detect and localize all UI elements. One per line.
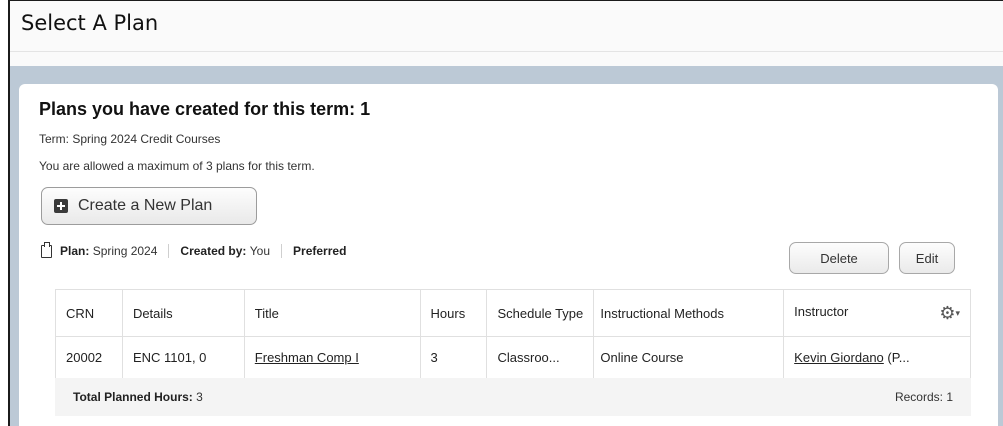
page-title: Select A Plan (21, 11, 159, 35)
plan-name: Spring 2024 (92, 244, 158, 258)
created-by-label: Created by: (180, 244, 247, 258)
plan-label: Plan: (60, 244, 90, 258)
plans-panel: Plans you have created for this term: 1 … (19, 84, 998, 426)
plans-heading: Plans you have created for this term: 1 (39, 99, 371, 119)
total-planned-hours-value: 3 (196, 390, 203, 404)
column-header-crn[interactable]: CRN (55, 289, 123, 337)
max-plans-line: You are allowed a maximum of 3 plans for… (39, 159, 315, 173)
plus-icon (54, 199, 68, 213)
course-title-link[interactable]: Freshman Comp I (255, 350, 359, 365)
cell-instructional-methods: Online Course (593, 336, 785, 379)
app-frame: Select A Plan Plans you have created for… (8, 0, 1003, 426)
gear-icon[interactable]: ⚙▾ (939, 304, 960, 322)
cell-schedule-type: Classroo... (486, 336, 595, 379)
cell-instructor: Kevin Giordano (P... (783, 336, 971, 379)
content-background: Plans you have created for this term: 1 … (10, 66, 1003, 426)
table-footer: Total Planned Hours: 3 Records: 1 (55, 378, 971, 416)
column-header-title[interactable]: Title (243, 289, 421, 337)
cell-crn: 20002 (55, 336, 123, 379)
plan-table: CRN Details Title Hours Schedule Type In… (55, 289, 971, 379)
column-header-details[interactable]: Details (121, 289, 245, 337)
cell-hours: 3 (419, 336, 488, 379)
column-header-hours[interactable]: Hours (419, 289, 488, 337)
records-value: 1 (946, 390, 953, 404)
table-header-row: CRN Details Title Hours Schedule Type In… (55, 289, 971, 337)
column-header-instructor-cell: Instructor ⚙▾ (783, 289, 971, 337)
edit-button[interactable]: Edit (899, 242, 955, 274)
divider (168, 244, 170, 258)
chevron-down-icon: ▾ (955, 308, 960, 318)
records-count: Records: 1 (895, 390, 953, 404)
cell-details: ENC 1101, 0 (121, 336, 245, 379)
table-row: 20002 ENC 1101, 0 Freshman Comp I 3 Clas… (55, 336, 971, 379)
plan-info: Plan: Spring 2024 Created by: You Prefer… (41, 241, 347, 258)
total-planned-hours-label: Total Planned Hours: (73, 390, 193, 404)
divider (281, 244, 283, 258)
records-label: Records: (894, 390, 943, 404)
preferred-badge: Preferred (293, 244, 347, 258)
term-line: Term: Spring 2024 Credit Courses (39, 132, 221, 146)
column-header-schedule-type[interactable]: Schedule Type (486, 289, 595, 337)
created-by-value: You (249, 244, 271, 258)
create-new-plan-label: Create a New Plan (78, 197, 213, 214)
page-header: Select A Plan (10, 1, 1003, 52)
column-header-instructor[interactable]: Instructor (794, 304, 848, 319)
total-planned-hours: Total Planned Hours: 3 (73, 390, 203, 404)
delete-button[interactable]: Delete (789, 242, 889, 274)
instructor-suffix: (P... (883, 350, 910, 365)
create-new-plan-button[interactable]: Create a New Plan (41, 187, 257, 225)
clipboard-icon (41, 241, 52, 258)
cell-title: Freshman Comp I (243, 336, 421, 379)
instructor-link[interactable]: Kevin Giordano (794, 350, 884, 365)
column-header-instructional-methods[interactable]: Instructional Methods (593, 289, 785, 337)
